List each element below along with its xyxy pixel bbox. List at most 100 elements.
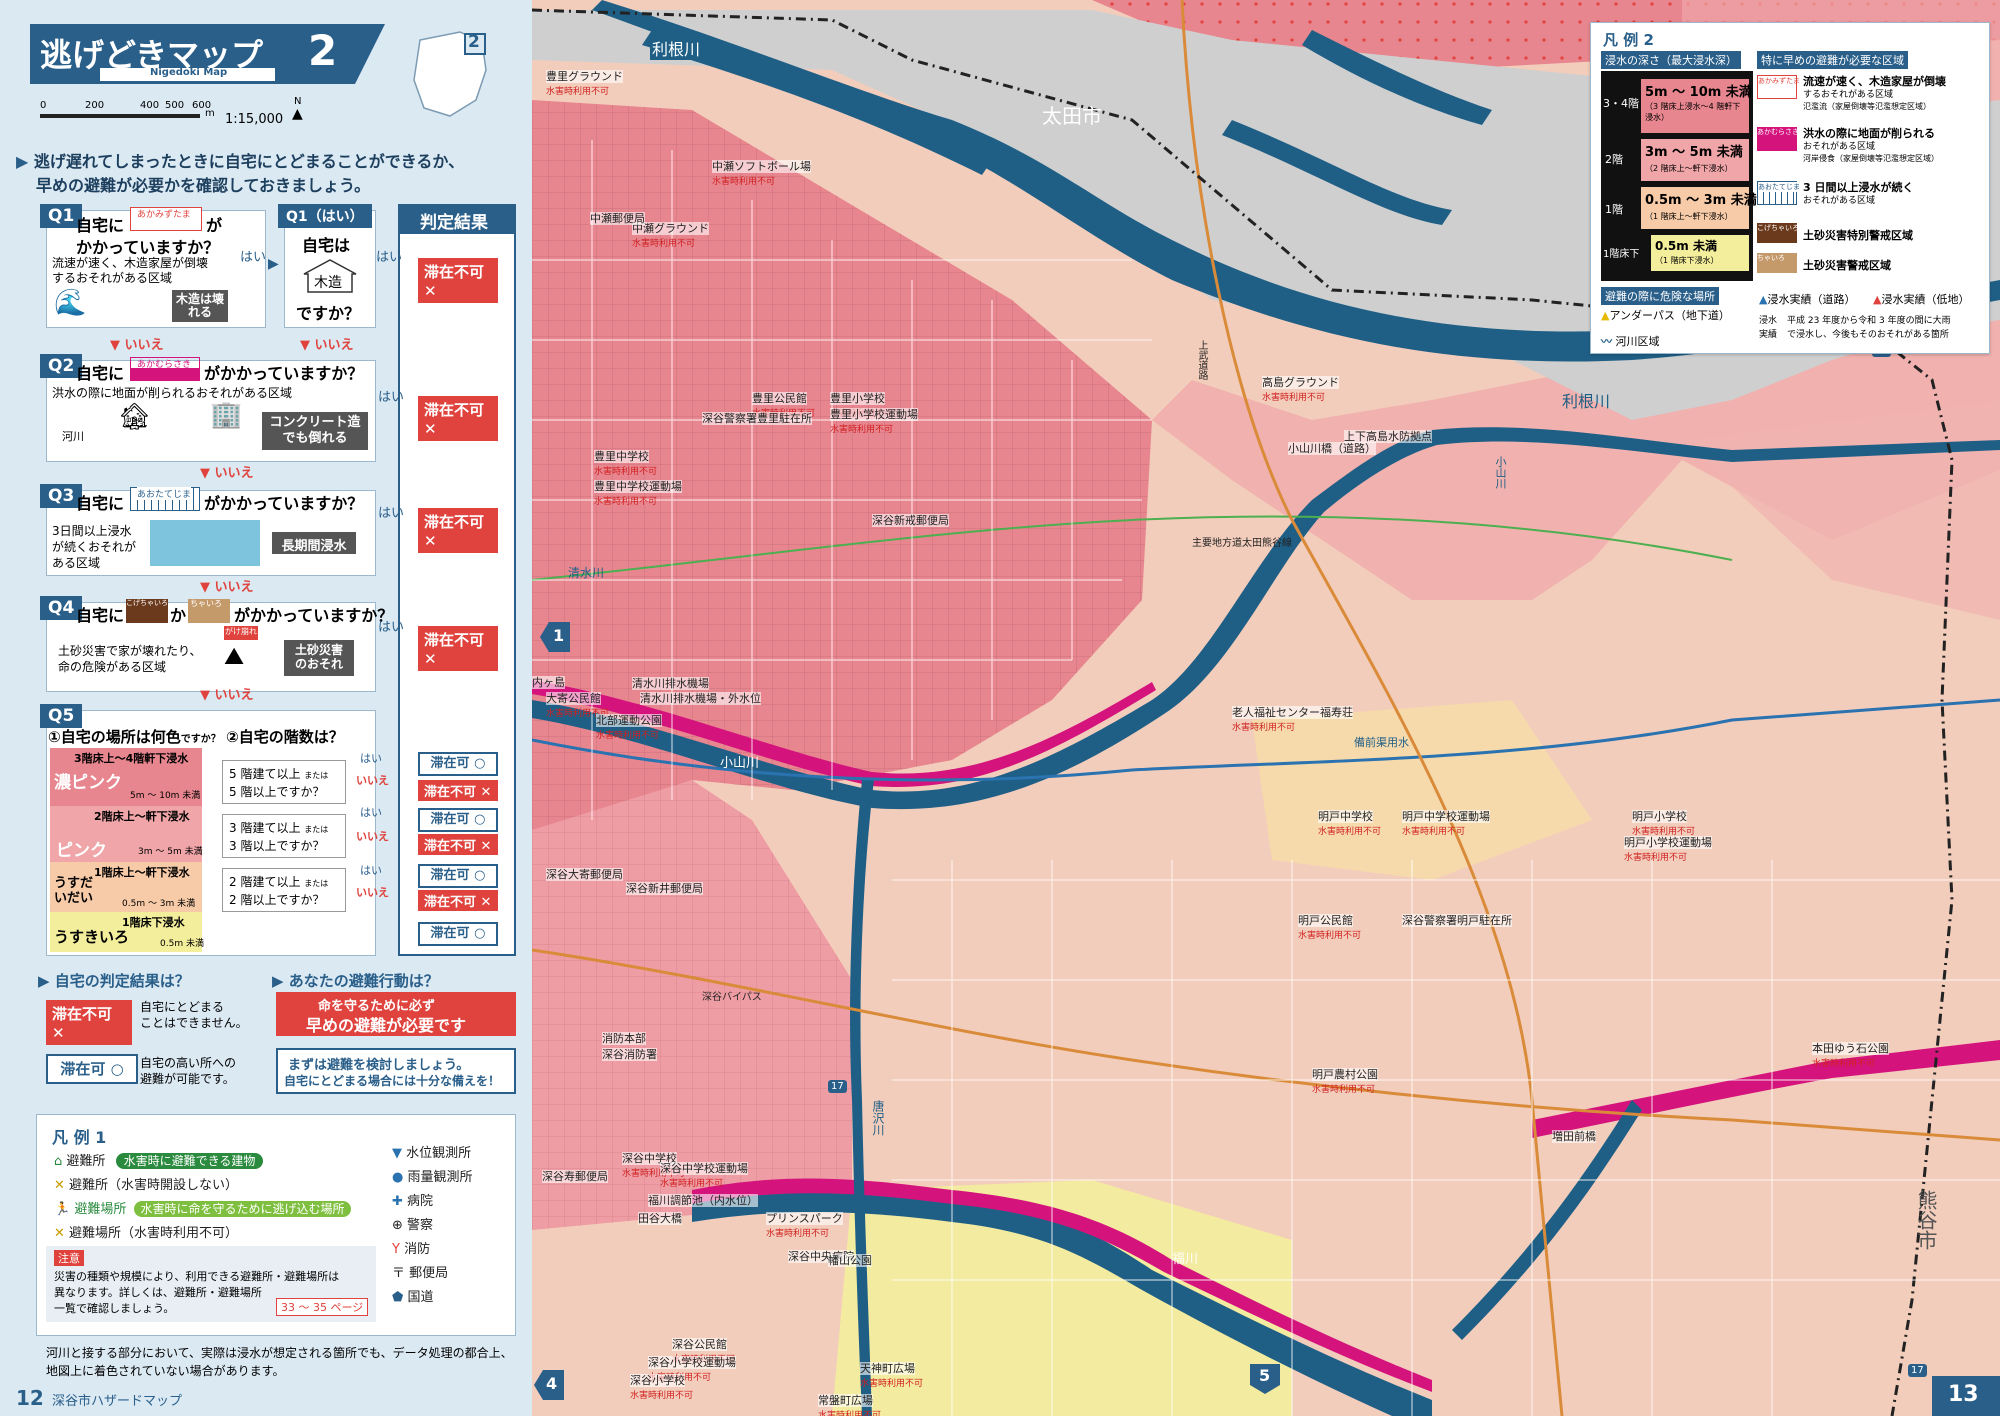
q5-part2: ②自宅の階数は？ (226, 728, 344, 746)
result-not-desc1: 自宅にとどまる (140, 1000, 225, 1014)
map-place-label[interactable]: 明戸小学校 水害時利用不可 (1632, 808, 1695, 837)
map-place-name: 幡山公園 (828, 1254, 872, 1267)
legend2-depth-orange: 0.5m 〜 3m 未満 （1 階床上〜軒下浸水） (1641, 187, 1757, 229)
cross-icon: ✕ (424, 282, 437, 300)
q5-result-not-2: 滞在不可 ✕ (418, 834, 498, 855)
depth-name: 濃ピンク (54, 773, 122, 793)
map-place-label[interactable]: 深谷消防署 (602, 1046, 657, 1062)
legend2-special-t2: するおそれがある区域 (1803, 90, 1894, 100)
map-place-label[interactable]: 福川調節池（内水位） (648, 1192, 758, 1208)
map-place-label[interactable]: 中瀬郵便局 (590, 210, 645, 226)
floor-q1: 2 階建て以上 または (229, 873, 328, 890)
map-place-label[interactable]: 豊里グラウンド 水害時利用不可 (546, 68, 623, 97)
map-place-label[interactable]: 本田ゆう石公園 水害時利用不可 (1812, 1040, 1889, 1069)
map-place-label[interactable]: 清水川排水機場・外水位 (640, 690, 761, 706)
map-place-restriction: 水害時利用不可 (1312, 1085, 1376, 1095)
map-place-label[interactable]: 内ヶ島 (532, 674, 565, 690)
map-place-label[interactable]: 明戸小学校運動場 水害時利用不可 (1624, 834, 1712, 863)
map-place-label[interactable]: 深谷新井郵便局 (626, 880, 703, 896)
q5-no-2: いいえ (356, 830, 389, 843)
map-place-name: 明戸公民館 (1298, 914, 1353, 927)
map-place-label[interactable]: 豊里中学校運動場 水害時利用不可 (594, 478, 682, 507)
map-place-label[interactable]: 上下高島水防拠点 (1344, 428, 1432, 444)
q1b-no-label: いいえ (314, 338, 354, 353)
road-label-jobu: 上武道路 (1196, 340, 1207, 380)
map-place-label[interactable]: 北部運動公園 水害時利用不可 (596, 712, 662, 741)
map-place-name: 深谷消防署 (602, 1048, 657, 1061)
result-not-badge: 滞在不可 ✕ (46, 1000, 132, 1045)
map-place-label[interactable]: 中瀬ソフトボール場 水害時利用不可 (712, 158, 811, 187)
legend2-depth-floor: 2階 (1605, 153, 1623, 166)
legend2-record-tag2: 実績 (1759, 330, 1778, 340)
result-head2: ▶ あなたの避難行動は？ (272, 972, 439, 990)
page-ref-5-label: 5 (1259, 1366, 1271, 1385)
map-place-label[interactable]: 明戸農村公園 水害時利用不可 (1312, 1066, 1378, 1095)
floor-q1: 3 階建て以上 または (229, 819, 328, 836)
legend2-depth-floor: 1階 (1605, 203, 1623, 216)
floor-question-2: 2 階建て以上 または 2 階以上ですか？ (222, 868, 346, 912)
map-place-label[interactable]: 幡山公園 (828, 1252, 872, 1268)
q3-badge: あおたてじま (130, 487, 200, 511)
legend2-river-area-label: 河川区域 (1615, 335, 1660, 348)
result-head1-text: 自宅の判定結果は？ (54, 972, 190, 990)
q5-result-ok-4: 滞在可 ○ (418, 922, 498, 946)
map-place-restriction: 水害時利用不可 (1318, 827, 1382, 837)
legend2-special-t1: 土砂災害警戒区域 (1803, 259, 1891, 272)
q3-suffix: がかかっていますか？ (204, 494, 364, 513)
scale-ratio: 1:15,000 (225, 112, 284, 127)
cross-icon: ✕ (424, 650, 437, 668)
q3-prefix: 自宅に (76, 494, 125, 513)
q1-result-text: 滞在不可 (424, 263, 485, 281)
depth-head: 3階床上〜4階軒下浸水 (74, 752, 189, 765)
legend2-depth-deep-pink: 5m 〜 10m 未満 （3 階床上浸水〜4 階軒下浸水） (1641, 79, 1752, 133)
q1-note: 木造は壊れる (172, 290, 228, 322)
map-place-label[interactable]: 深谷警察署豊里駐在所 (702, 410, 812, 426)
legend2-badge-akamurasaki: あかむらさき (1757, 127, 1799, 151)
q1-yes-arrow-icon: ▶ (268, 256, 279, 272)
legend2-depth-column: 5m 〜 10m 未満 （3 階床上浸水〜4 階軒下浸水） 3・4階 3m 〜 … (1601, 71, 1757, 281)
depth-row-deep-pink: 3階床上〜4階軒下浸水 濃ピンク 5m 〜 10m 未満 (50, 748, 202, 806)
map-place-name: 中瀬郵便局 (590, 212, 645, 225)
map-place-label[interactable]: 田谷大橋 (638, 1210, 682, 1226)
legend2-river-area: 〰 河川区域 (1601, 333, 1660, 349)
map-place-restriction: 水害時利用不可 (1812, 1059, 1876, 1069)
map-place-label[interactable]: 増田前橋 (1552, 1128, 1596, 1144)
city-label-kumagaya: 熊谷市 (1914, 1190, 1938, 1250)
scale-tick: 500 (165, 100, 185, 111)
map-place-label[interactable]: 天神町広場 水害時利用不可 (860, 1360, 923, 1389)
q2-building-icon: 🏢 (210, 400, 243, 430)
q5-result-ok-3: 滞在可 ○ (418, 864, 498, 888)
map-place-name: 深谷小学校運動場 (648, 1356, 736, 1369)
map-place-label[interactable]: 明戸公民館 水害時利用不可 (1298, 912, 1361, 941)
map-place-label[interactable]: 深谷新戒郵便局 (872, 512, 949, 528)
page-number-right: 13 (1948, 1382, 1979, 1407)
map-place-label[interactable]: プリンスパーク 水害時利用不可 (766, 1210, 843, 1239)
map-place-label[interactable]: 豊里中学校 水害時利用不可 (594, 448, 657, 477)
police-label: 警察 (407, 1218, 434, 1233)
map-place-label[interactable]: 深谷警察署明戸駐在所 (1402, 912, 1512, 928)
map-place-label[interactable]: 深谷寿郵便局 (542, 1168, 608, 1184)
map-place-label[interactable]: 清水川排水機場 (632, 675, 709, 691)
map-place-label[interactable]: 老人福祉センター福寿荘 水害時利用不可 (1232, 704, 1353, 733)
map-place-label[interactable]: 高島グラウンド 水害時利用不可 (1262, 374, 1339, 403)
result-not-desc2: ことはできません。 (140, 1016, 248, 1030)
map-place-label[interactable]: 深谷大寄郵便局 (546, 866, 623, 882)
map-place-label[interactable]: 常盤町広場 水害時利用不可 (818, 1392, 881, 1416)
legend-hospital: ✚ 病院 (392, 1190, 433, 1209)
legend-refuge-closed: ✕ 避難場所（水害時利用不可） (54, 1222, 238, 1241)
legend2-depth-pink: 3m 〜 5m 未満 （2 階床上〜軒下浸水） (1641, 139, 1749, 181)
map-place-label[interactable]: 深谷小学校 水害時利用不可 (630, 1372, 693, 1401)
legend2-depth-floor: 3・4階 (1603, 97, 1639, 110)
legend-police: ⊕ 警察 (392, 1214, 433, 1233)
q3-desc2: が続くおそれが (52, 540, 137, 554)
route-17-shield: 17 (828, 1080, 847, 1093)
hazard-map[interactable]: 利根川 利根川 小山川 福川 唐沢川 清水川 小山川 太田市 熊谷市 備前渠用水… (532, 0, 2000, 1416)
map-place-label[interactable]: 明戸中学校運動場 水害時利用不可 (1402, 808, 1490, 837)
map-place-label[interactable]: 豊里小学校運動場 水害時利用不可 (830, 406, 918, 435)
hospital-icon: ✚ (392, 1194, 403, 1209)
map-place-label[interactable]: 深谷中学校運動場 水害時利用不可 (660, 1160, 748, 1189)
refuge-icon: 🏃 (54, 1202, 71, 1217)
map-place-label[interactable]: 消防本部 (602, 1030, 646, 1046)
map-place-name: 中瀬ソフトボール場 (712, 160, 811, 173)
map-place-label[interactable]: 明戸中学校 水害時利用不可 (1318, 808, 1381, 837)
